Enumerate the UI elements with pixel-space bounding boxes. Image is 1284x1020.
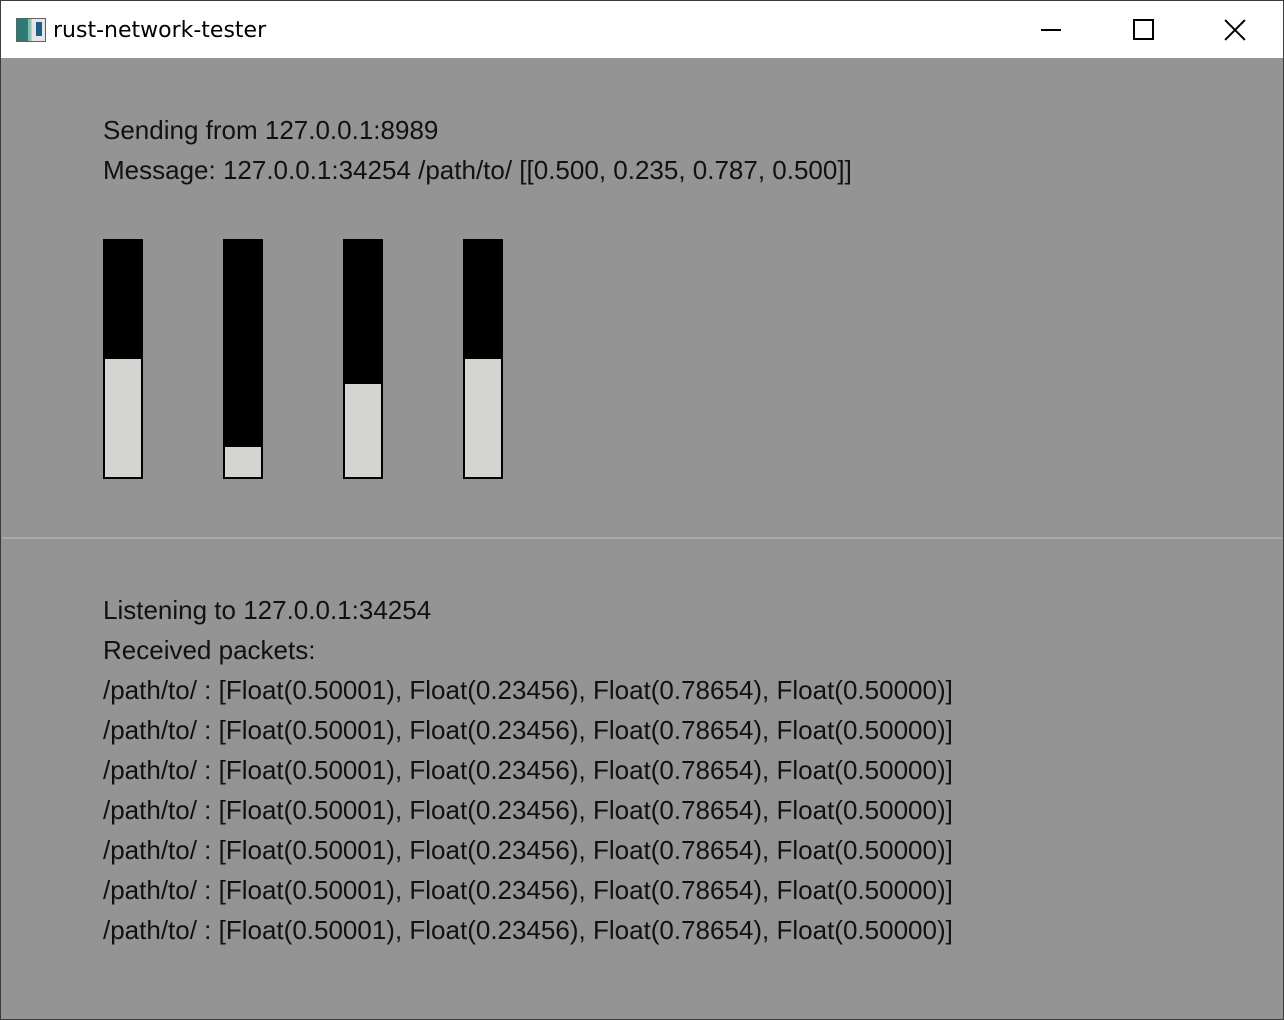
app-window: rust-network-tester Sending from 127.0.0… bbox=[0, 0, 1284, 1020]
packet-row: /path/to/ : [Float(0.50001), Float(0.234… bbox=[103, 755, 953, 785]
app-icon bbox=[16, 18, 46, 42]
slider-1[interactable] bbox=[103, 239, 143, 479]
slider-1-fill bbox=[105, 357, 141, 477]
maximize-icon bbox=[1132, 19, 1154, 40]
packet-row: /path/to/ : [Float(0.50001), Float(0.234… bbox=[103, 715, 953, 745]
slider-4-fill bbox=[465, 357, 501, 477]
listening-label: Listening to 127.0.0.1:34254 bbox=[103, 595, 432, 625]
slider-3-fill bbox=[345, 382, 381, 477]
window-title: rust-network-tester bbox=[53, 18, 267, 43]
sending-from-label: Sending from 127.0.0.1:8989 bbox=[103, 115, 439, 145]
close-button[interactable] bbox=[1189, 1, 1281, 58]
slider-4[interactable] bbox=[463, 239, 503, 479]
packet-row: /path/to/ : [Float(0.50001), Float(0.234… bbox=[103, 915, 953, 945]
slider-2-fill bbox=[225, 445, 261, 477]
close-icon bbox=[1224, 19, 1246, 41]
packet-list: /path/to/ : [Float(0.50001), Float(0.234… bbox=[103, 670, 953, 950]
main-content: Sending from 127.0.0.1:8989 Message: 127… bbox=[2, 58, 1282, 1018]
message-label: Message: 127.0.0.1:34254 /path/to/ [[0.5… bbox=[103, 155, 852, 185]
packet-row: /path/to/ : [Float(0.50001), Float(0.234… bbox=[103, 875, 953, 905]
slider-3[interactable] bbox=[343, 239, 383, 479]
packet-row: /path/to/ : [Float(0.50001), Float(0.234… bbox=[103, 795, 953, 825]
slider-2[interactable] bbox=[223, 239, 263, 479]
minimize-icon bbox=[1041, 28, 1061, 31]
section-divider bbox=[2, 537, 1282, 539]
title-bar[interactable]: rust-network-tester bbox=[1, 1, 1283, 58]
received-packets-label: Received packets: bbox=[103, 635, 316, 665]
minimize-button[interactable] bbox=[1005, 1, 1097, 58]
maximize-button[interactable] bbox=[1097, 1, 1189, 58]
packet-row: /path/to/ : [Float(0.50001), Float(0.234… bbox=[103, 675, 953, 705]
packet-row: /path/to/ : [Float(0.50001), Float(0.234… bbox=[103, 835, 953, 865]
